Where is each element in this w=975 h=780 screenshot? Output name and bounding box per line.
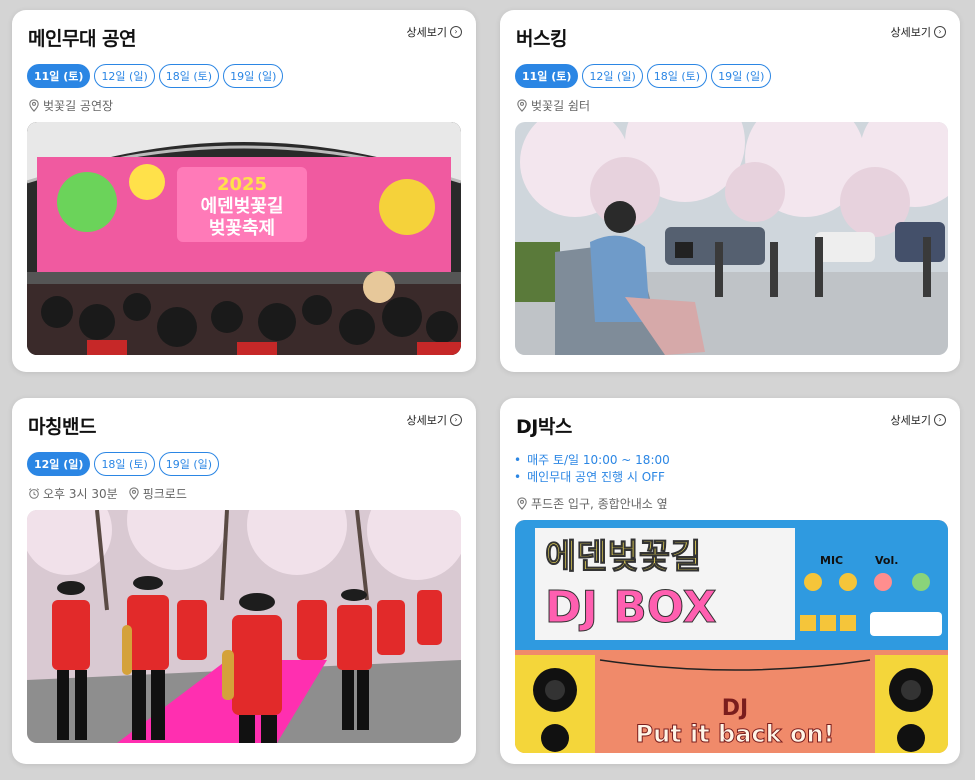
card-dj-box: DJ박스 상세보기 › 매주 토/일 10:00 ~ 18:00 메인무대 공연… — [500, 398, 960, 764]
poster-title-1: 에덴벚꽃길 — [201, 195, 284, 217]
date-tab[interactable]: 12일 (일) — [27, 452, 91, 476]
chevron-right-icon: › — [450, 414, 462, 426]
location: 푸드존 입구, 종합안내소 옆 — [516, 495, 668, 512]
detail-label: 상세보기 — [890, 414, 931, 427]
meta-row: 벚꽃길 공연장 — [28, 97, 113, 114]
detail-label: 상세보기 — [890, 26, 931, 39]
location-text: 벚꽃길 쉼터 — [531, 99, 591, 113]
dj-box-photo: 에덴벚꽃길 DJ BOX MIC Vol. DJ Put it back on! — [515, 520, 948, 753]
banner-line-1: DJ — [722, 696, 748, 721]
stage-concert-photo: 2025 에덴벚꽃길 벚꽃축제 — [27, 122, 461, 355]
date-tab[interactable]: 12일 (일) — [582, 64, 643, 88]
poster-title-2: 벚꽃축제 — [209, 218, 275, 239]
date-tab[interactable]: 11일 (토) — [515, 64, 579, 88]
detail-label: 상세보기 — [406, 26, 447, 39]
card-title: 메인무대 공연 — [28, 28, 137, 50]
card-title: 마칭밴드 — [28, 416, 96, 438]
mic-label: MIC — [820, 554, 843, 567]
chevron-right-icon: › — [934, 414, 946, 426]
date-tab[interactable]: 12일 (일) — [94, 64, 155, 88]
date-tab[interactable]: 11일 (토) — [27, 64, 91, 88]
location-pin-icon — [517, 497, 527, 510]
card-title: DJ박스 — [516, 416, 572, 438]
vol-label: Vol. — [875, 554, 898, 567]
date-tab[interactable]: 18일 (토) — [158, 64, 220, 88]
date-tab[interactable]: 18일 (토) — [646, 64, 708, 88]
meta-row: 벚꽃길 쉼터 — [516, 97, 590, 114]
alarm-clock-icon — [28, 488, 40, 499]
location-pin-icon — [517, 99, 527, 112]
banner-line-2: Put it back on! — [636, 720, 835, 748]
schedule-notes: 매주 토/일 10:00 ~ 18:00 메인무대 공연 진행 시 OFF — [514, 452, 670, 486]
location: 핑크로드 — [128, 485, 187, 502]
detail-label: 상세보기 — [406, 414, 447, 427]
date-tab[interactable]: 18일 (토) — [94, 452, 155, 476]
card-marching-band: 마칭밴드 상세보기 › 12일 (일) 18일 (토) 19일 (일) 오후 3… — [12, 398, 476, 764]
marching-band-photo — [27, 510, 461, 743]
detail-link[interactable]: 상세보기 › — [891, 24, 946, 40]
card-main-stage: 메인무대 공연 상세보기 › 11일 (토) 12일 (일) 18일 (토) 1… — [12, 10, 476, 372]
location: 벚꽃길 쉼터 — [516, 97, 590, 114]
detail-link[interactable]: 상세보기 › — [407, 412, 462, 428]
date-tabs: 11일 (토) 12일 (일) 18일 (토) 19일 (일) — [27, 64, 284, 88]
sign-line-2: DJ BOX — [545, 582, 717, 633]
location-text: 벚꽃길 공연장 — [43, 99, 114, 113]
location-pin-icon — [29, 99, 39, 112]
time: 오후 3시 30분 — [28, 485, 118, 502]
chevron-right-icon: › — [934, 26, 946, 38]
location-pin-icon — [128, 487, 139, 500]
card-busking: 버스킹 상세보기 › 11일 (토) 12일 (일) 18일 (토) 19일 (… — [500, 10, 960, 372]
meta-row: 푸드존 입구, 종합안내소 옆 — [516, 495, 668, 512]
schedule-note: 매주 토/일 10:00 ~ 18:00 — [514, 452, 670, 469]
busking-photo — [515, 122, 948, 355]
location: 벚꽃길 공연장 — [28, 97, 113, 114]
chevron-right-icon: › — [450, 26, 462, 38]
sign-line-1: 에덴벚꽃길 — [545, 537, 701, 577]
date-tabs: 12일 (일) 18일 (토) 19일 (일) — [27, 452, 220, 476]
detail-link[interactable]: 상세보기 › — [407, 24, 462, 40]
date-tab[interactable]: 19일 (일) — [711, 64, 772, 88]
time-text: 오후 3시 30분 — [43, 487, 118, 501]
schedule-note: 메인무대 공연 진행 시 OFF — [514, 469, 670, 486]
date-tab[interactable]: 19일 (일) — [223, 64, 284, 88]
date-tab[interactable]: 19일 (일) — [158, 452, 220, 476]
detail-link[interactable]: 상세보기 › — [891, 412, 946, 428]
location-text: 푸드존 입구, 종합안내소 옆 — [531, 497, 668, 511]
meta-row: 오후 3시 30분 핑크로드 — [28, 485, 187, 502]
date-tabs: 11일 (토) 12일 (일) 18일 (토) 19일 (일) — [515, 64, 772, 88]
card-title: 버스킹 — [516, 28, 567, 50]
poster-year: 2025 — [217, 174, 267, 195]
location-text: 핑크로드 — [142, 487, 187, 501]
